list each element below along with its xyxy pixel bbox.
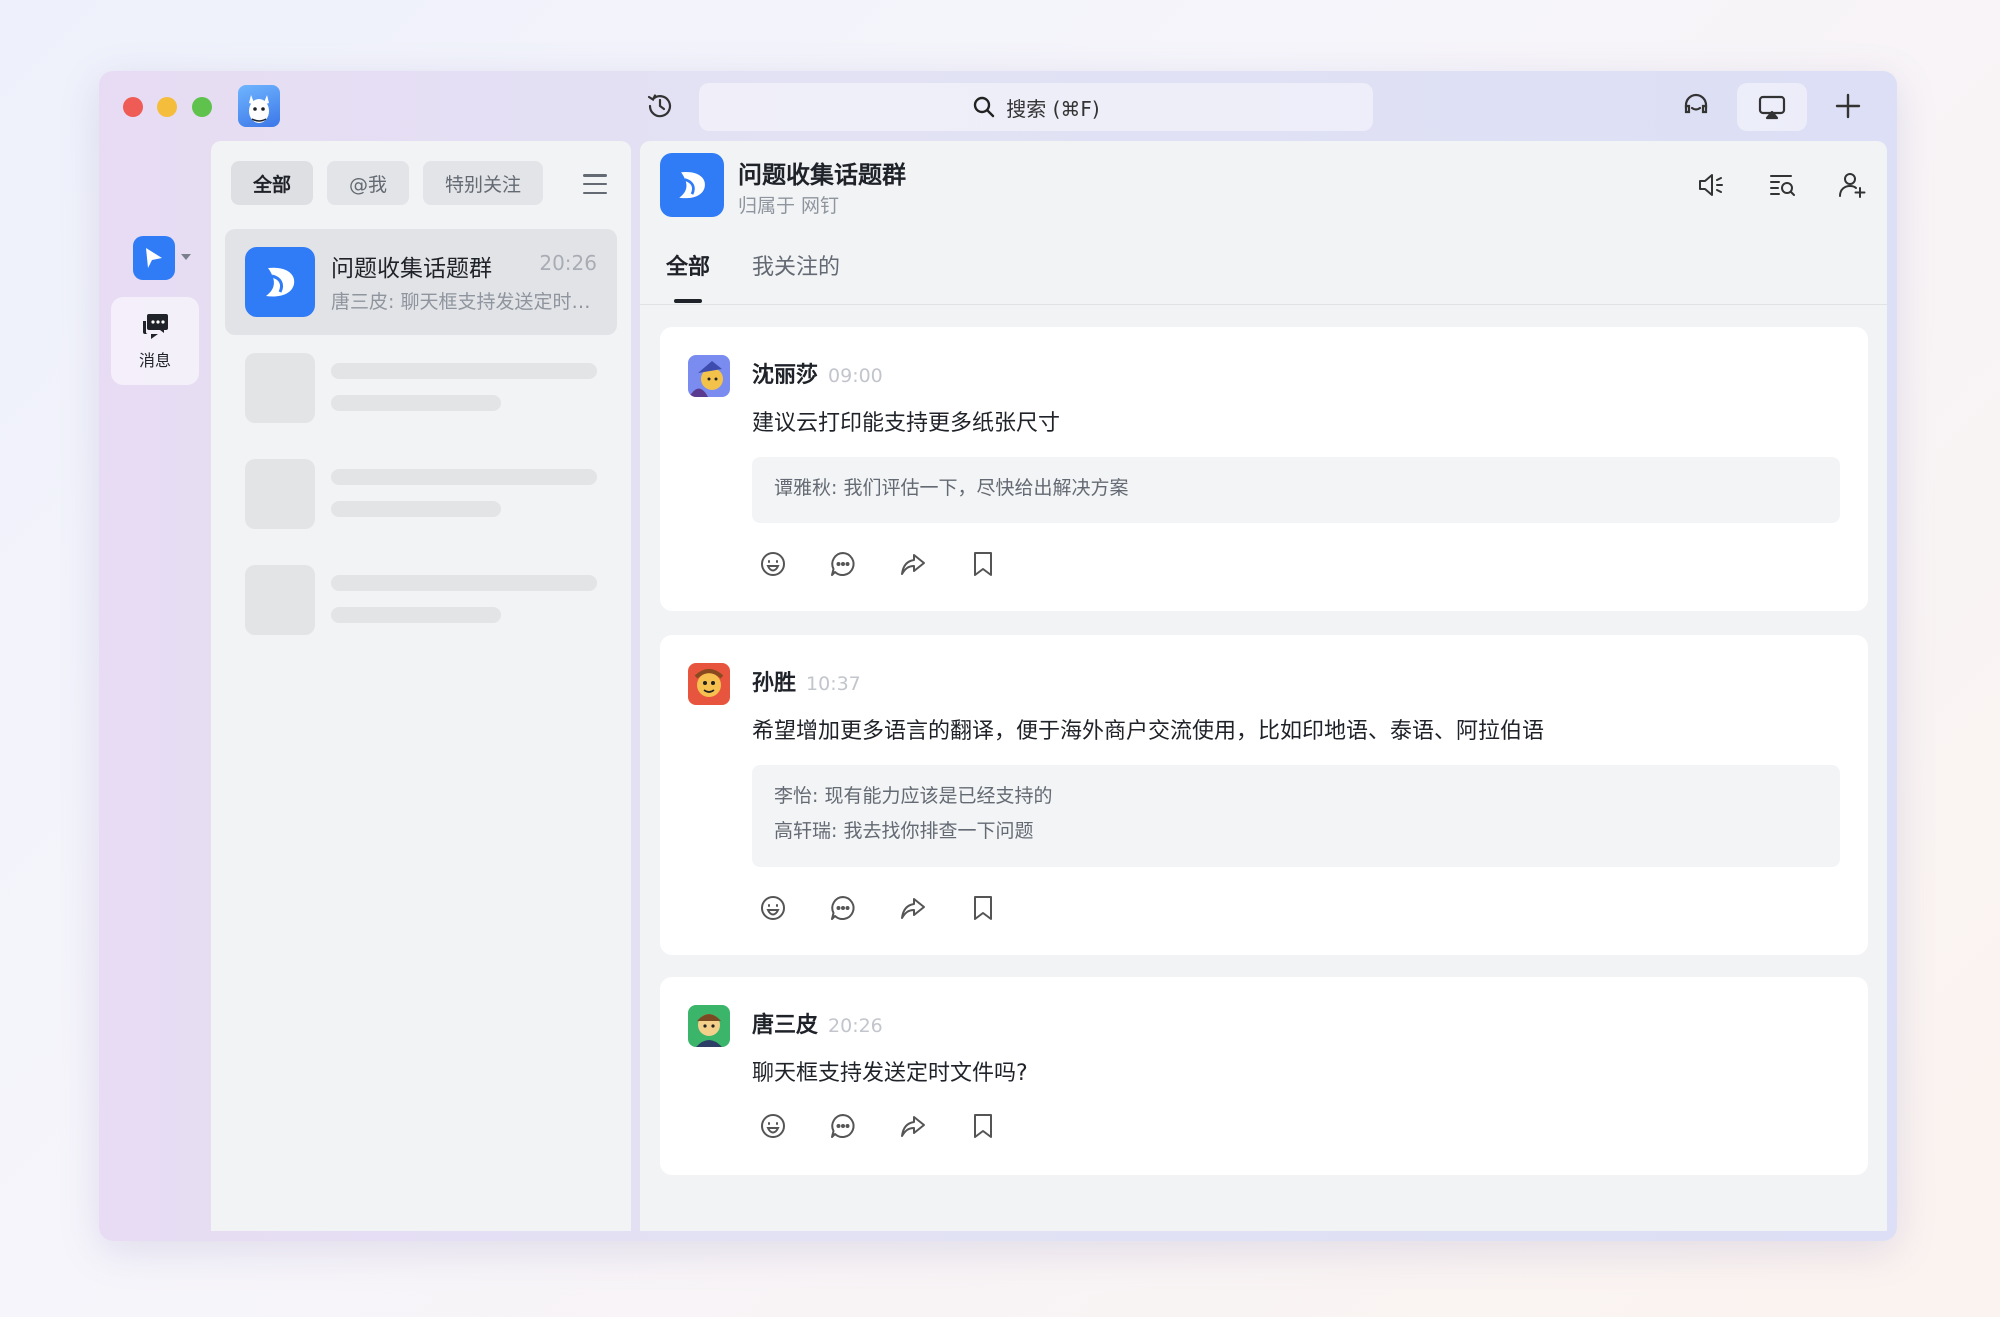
history-icon[interactable] xyxy=(642,88,678,124)
chat-icon xyxy=(140,311,170,341)
group-avatar xyxy=(245,247,315,317)
message-author: 沈丽莎 09:00 xyxy=(752,357,883,389)
menu-icon[interactable] xyxy=(583,174,607,194)
emoji-icon[interactable] xyxy=(758,893,788,923)
filter-all[interactable]: 全部 xyxy=(231,161,314,205)
message-card: 孙胜 10:37 希望增加更多语言的翻译，便于海外商户交流使用，比如印地语、泰语、… xyxy=(660,635,1868,955)
message-actions xyxy=(758,549,998,579)
message-time: 09:00 xyxy=(828,365,883,387)
message-actions xyxy=(758,893,998,923)
left-rail: 消息 xyxy=(99,141,211,1241)
message-author: 唐三皮 20:26 xyxy=(752,1007,883,1039)
reply-box[interactable]: 谭雅秋: 我们评估一下，尽快给出解决方案 xyxy=(752,457,1840,523)
close-window-button[interactable] xyxy=(123,97,143,117)
message-text: 希望增加更多语言的翻译，便于海外商户交流使用，比如印地语、泰语、阿拉伯语 xyxy=(752,719,1545,744)
author-name: 孙胜 xyxy=(752,671,797,696)
avatar[interactable] xyxy=(688,1005,730,1047)
headset-icon[interactable] xyxy=(1678,88,1714,124)
message-time: 10:37 xyxy=(806,673,861,695)
bookmark-icon[interactable] xyxy=(968,1111,998,1141)
chat-subtitle: 归属于 网钉 xyxy=(738,195,840,217)
filter-mentions[interactable]: @我 xyxy=(327,161,410,205)
message-text: 聊天框支持发送定时文件吗? xyxy=(752,1061,1028,1086)
minimize-window-button[interactable] xyxy=(157,97,177,117)
skeleton-item xyxy=(245,565,617,635)
speaker-icon[interactable] xyxy=(1693,167,1729,203)
comment-icon[interactable] xyxy=(828,1111,858,1141)
chat-title: 问题收集话题群 xyxy=(738,161,906,189)
comment-icon[interactable] xyxy=(828,893,858,923)
reply-line: 谭雅秋: 我们评估一下，尽快给出解决方案 xyxy=(774,477,1129,499)
workspace-logo[interactable] xyxy=(133,236,175,280)
avatar[interactable] xyxy=(688,355,730,397)
bookmark-icon[interactable] xyxy=(968,549,998,579)
chevron-down-icon[interactable] xyxy=(181,254,191,260)
search-icon xyxy=(972,95,996,119)
author-name: 沈丽莎 xyxy=(752,363,819,388)
message-card: 唐三皮 20:26 聊天框支持发送定时文件吗? xyxy=(660,977,1868,1175)
chat-header: 问题收集话题群 归属于 网钉 全部 我关注的 xyxy=(640,141,1887,305)
screen-share-button[interactable] xyxy=(1737,83,1807,131)
skeleton-item xyxy=(245,353,617,423)
author-name: 唐三皮 xyxy=(752,1013,819,1038)
conversation-name: 问题收集话题群 xyxy=(331,256,492,282)
reply-line: 李怡: 现有能力应该是已经支持的 xyxy=(774,785,1053,807)
filter-row: 全部 @我 特别关注 xyxy=(231,161,544,205)
conversation-time: 20:26 xyxy=(539,251,597,275)
reply-box[interactable]: 李怡: 现有能力应该是已经支持的 高轩瑞: 我去找你排查一下问题 xyxy=(752,765,1840,867)
conversation-preview: 唐三皮: 聊天框支持发送定时文件吗? xyxy=(331,291,603,313)
bookmark-icon[interactable] xyxy=(968,893,998,923)
rail-item-messages[interactable]: 消息 xyxy=(111,297,199,385)
share-icon[interactable] xyxy=(898,893,928,923)
share-icon[interactable] xyxy=(898,549,928,579)
reply-line: 高轩瑞: 我去找你排查一下问题 xyxy=(774,820,1034,842)
chat-tabs: 全部 我关注的 xyxy=(666,249,840,303)
message-text: 建议云打印能支持更多纸张尺寸 xyxy=(752,411,1061,436)
emoji-icon[interactable] xyxy=(758,1111,788,1141)
search-placeholder: 搜索 (⌘F) xyxy=(1006,96,1100,121)
avatar[interactable] xyxy=(688,663,730,705)
chat-panel: 问题收集话题群 归属于 网钉 全部 我关注的 沈丽莎 09:00 建议云打印能支… xyxy=(640,141,1887,1231)
filter-special-follow[interactable]: 特别关注 xyxy=(423,161,544,205)
app-window: 搜索 (⌘F) 消息 全部 @我 特别关注 问题收集话题群 20:26 唐三皮:… xyxy=(99,71,1897,1241)
group-avatar[interactable] xyxy=(660,153,724,217)
share-icon[interactable] xyxy=(898,1111,928,1141)
emoji-icon[interactable] xyxy=(758,549,788,579)
maximize-window-button[interactable] xyxy=(192,97,212,117)
conversation-item[interactable]: 问题收集话题群 20:26 唐三皮: 聊天框支持发送定时文件吗? xyxy=(225,229,617,335)
search-messages-icon[interactable] xyxy=(1764,167,1800,203)
tab-all[interactable]: 全部 xyxy=(666,249,710,303)
screen-share-icon xyxy=(1756,91,1788,123)
skeleton-item xyxy=(245,459,617,529)
message-actions xyxy=(758,1111,998,1141)
conversation-list: 全部 @我 特别关注 问题收集话题群 20:26 唐三皮: 聊天框支持发送定时文… xyxy=(211,141,631,1231)
search-bar[interactable]: 搜索 (⌘F) xyxy=(699,83,1373,131)
message-author: 孙胜 10:37 xyxy=(752,665,861,697)
add-member-icon[interactable] xyxy=(1834,167,1870,203)
comment-icon[interactable] xyxy=(828,549,858,579)
rail-item-messages-label: 消息 xyxy=(138,351,171,370)
user-avatar[interactable] xyxy=(238,85,280,127)
title-bar: 搜索 (⌘F) xyxy=(99,71,1897,141)
message-card: 沈丽莎 09:00 建议云打印能支持更多纸张尺寸 谭雅秋: 我们评估一下，尽快给出… xyxy=(660,327,1868,611)
message-time: 20:26 xyxy=(828,1015,883,1037)
plus-icon[interactable] xyxy=(1830,88,1866,124)
tab-following[interactable]: 我关注的 xyxy=(752,249,840,303)
